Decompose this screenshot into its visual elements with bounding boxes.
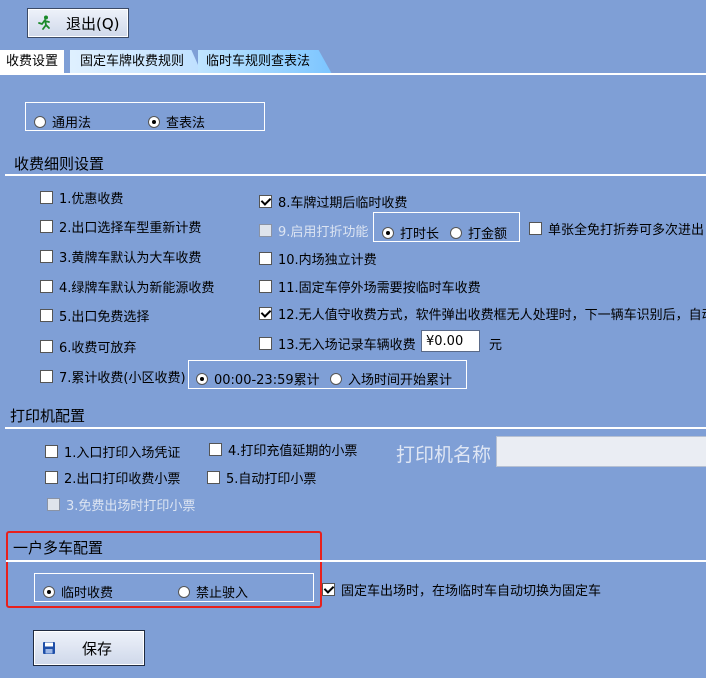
- printer-free-exit-checkbox[interactable]: 3.免费出场时打印小票: [47, 495, 195, 514]
- rule-3-checkbox[interactable]: 3.黄牌车默认为大车收费: [40, 247, 201, 266]
- rule-4-checkbox[interactable]: 4.绿牌车默认为新能源收费: [40, 277, 214, 296]
- printer-section-divider: [5, 427, 706, 429]
- rule-8-checkbox[interactable]: 8.车牌过期后临时收费: [259, 192, 407, 211]
- radio-multicar-no-entry[interactable]: 禁止驶入: [178, 582, 248, 601]
- tab-temp-car-table-rules[interactable]: 临时车规则查表法: [198, 50, 332, 74]
- radio-general-method[interactable]: 通用法: [34, 112, 91, 131]
- rule-9-checkbox[interactable]: 9.启用打折功能: [259, 221, 368, 240]
- rule-2-checkbox[interactable]: 2.出口选择车型重新计费: [40, 217, 201, 236]
- save-button-label: 保存: [82, 639, 113, 658]
- multicar-section-divider: [6, 560, 706, 562]
- rule-5-checkbox[interactable]: 5.出口免费选择: [40, 306, 149, 325]
- no-entry-fee-input[interactable]: ¥0.00: [421, 330, 480, 352]
- radio-indicator: [34, 115, 46, 128]
- exit-button-label: 退出(Q): [66, 14, 120, 33]
- printer-name-field[interactable]: [496, 436, 706, 467]
- printer-auto-print-checkbox[interactable]: 5.自动打印小票: [207, 468, 316, 487]
- radio-indicator: [148, 115, 160, 128]
- exit-button[interactable]: 退出(Q): [27, 8, 129, 38]
- single-free-coupon-checkbox[interactable]: 单张全免打折券可多次进出: [529, 219, 706, 238]
- printer-recharge-receipt-checkbox[interactable]: 4.打印充值延期的小票: [209, 440, 357, 459]
- radio-discount-amount[interactable]: 打金额: [450, 223, 507, 242]
- person-run-icon: [36, 15, 52, 31]
- radio-discount-duration[interactable]: 打时长: [382, 223, 439, 242]
- radio-multicar-temp-fee[interactable]: 临时收费: [43, 582, 113, 601]
- tab-fee-settings[interactable]: 收费设置: [0, 50, 64, 74]
- rule-12-checkbox[interactable]: 12.无人值守收费方式，软件弹出收费框无人处理时，下一辆车识别后，自动: [259, 304, 706, 323]
- rule-7-checkbox[interactable]: 7.累计收费(小区收费): [40, 367, 186, 386]
- printer-exit-receipt-checkbox[interactable]: 2.出口打印收费小票: [45, 468, 180, 487]
- rule-6-checkbox[interactable]: 6.收费可放弃: [40, 337, 136, 356]
- no-entry-fee-unit: 元: [489, 338, 503, 353]
- floppy-disk-icon: [42, 641, 56, 655]
- rule-10-checkbox[interactable]: 10.内场独立计费: [259, 249, 377, 268]
- rule-11-checkbox[interactable]: 11.固定车停外场需要按临时车收费: [259, 277, 481, 296]
- printer-entry-ticket-checkbox[interactable]: 1.入口打印入场凭证: [45, 442, 180, 461]
- rules-section-divider: [5, 174, 706, 176]
- tab-bar: 收费设置 固定车牌收费规则 临时车规则查表法: [0, 50, 706, 74]
- rule-1-checkbox[interactable]: 1.优惠收费: [40, 188, 123, 207]
- printer-name-label: 打印机名称: [396, 444, 492, 466]
- tab-divider: [0, 73, 706, 75]
- tab-fixed-plate-rules[interactable]: 固定车牌收费规则: [70, 50, 202, 74]
- rules-section-title: 收费细则设置: [14, 155, 105, 173]
- multicar-auto-switch-checkbox[interactable]: 固定车出场时，在场临时车自动切换为固定车: [322, 580, 601, 599]
- save-button[interactable]: 保存: [33, 630, 145, 666]
- rule-13-checkbox[interactable]: 13.无入场记录车辆收费: [259, 334, 416, 353]
- radio-table-method[interactable]: 查表法: [148, 112, 205, 131]
- radio-cumulative-daily[interactable]: 00:00-23:59累计: [196, 369, 320, 388]
- multicar-section-title: 一户多车配置: [13, 539, 104, 557]
- printer-section-title: 打印机配置: [10, 407, 86, 425]
- radio-cumulative-from-entry[interactable]: 入场时间开始累计: [330, 369, 452, 388]
